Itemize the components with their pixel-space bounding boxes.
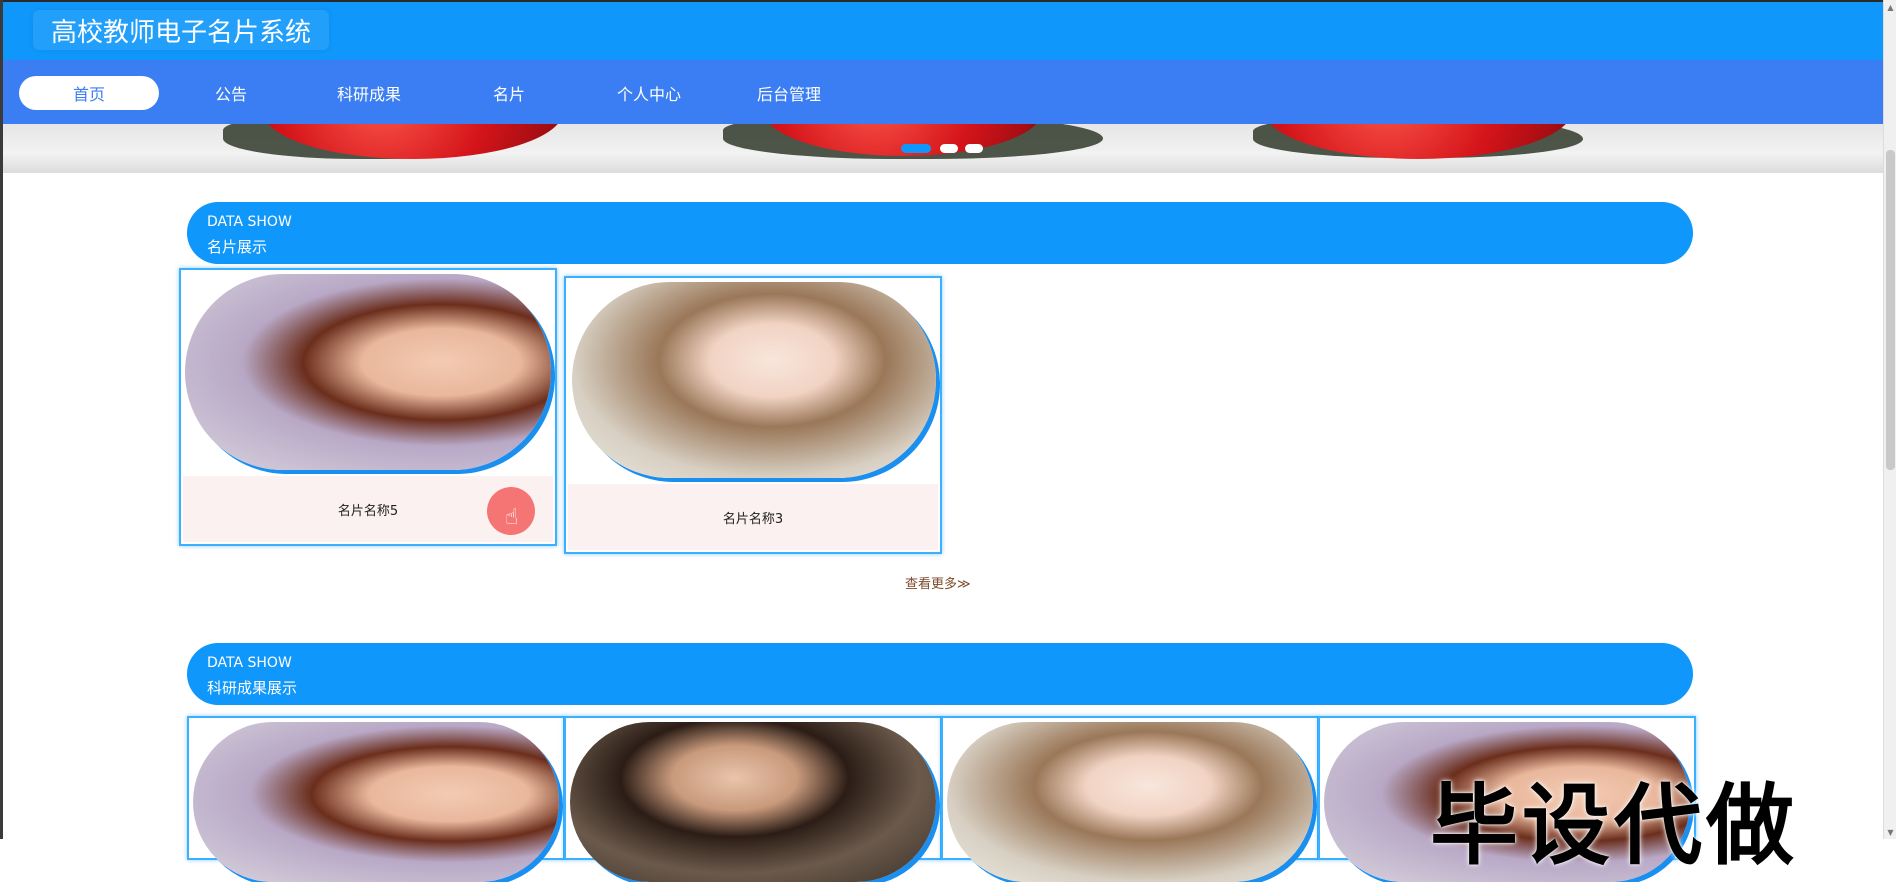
site-title[interactable]: 高校教师电子名片系统 [33, 10, 330, 50]
research-card[interactable] [941, 716, 1319, 882]
nav-item-cards[interactable]: 名片 [439, 76, 579, 110]
nav-item-home[interactable]: 首页 [19, 76, 159, 110]
section-header-cards: DATA SHOW 名片展示 [187, 202, 1693, 264]
section-en-label: DATA SHOW [207, 655, 292, 671]
banner-carousel[interactable] [3, 124, 1883, 173]
nav-item-personal-center[interactable]: 个人中心 [579, 76, 719, 110]
card-photo[interactable] [572, 282, 936, 478]
nav-item-research[interactable]: 科研成果 [299, 76, 439, 110]
page-scrollbar[interactable]: ▲ ▼ [1883, 0, 1896, 839]
research-card-photo[interactable] [947, 722, 1313, 882]
card-photo[interactable] [185, 274, 551, 470]
site-header: 高校教师电子名片系统 [3, 2, 1883, 60]
research-card[interactable] [564, 716, 942, 882]
research-card[interactable] [187, 716, 565, 882]
section-title: 名片展示 [207, 238, 268, 256]
carousel-dot-2[interactable] [940, 144, 958, 153]
scroll-down-arrow-icon[interactable]: ▼ [1884, 825, 1896, 839]
nav-item-announcements[interactable]: 公告 [161, 76, 301, 110]
section-en-label: DATA SHOW [207, 214, 292, 230]
research-card-photo[interactable] [193, 722, 559, 882]
section-title: 科研成果展示 [207, 679, 298, 697]
nav-item-admin[interactable]: 后台管理 [719, 76, 859, 110]
carousel-dot-3[interactable] [965, 144, 983, 153]
view-more-link[interactable]: 查看更多≫ [905, 573, 971, 592]
card-label[interactable]: 名片名称3 [568, 484, 938, 550]
carousel-dot-1[interactable] [901, 144, 931, 153]
card-item[interactable]: 名片名称3 [564, 276, 942, 554]
section-header-research: DATA SHOW 科研成果展示 [187, 643, 1693, 705]
main-nav: 首页 公告 科研成果 名片 个人中心 后台管理 [3, 60, 1883, 124]
research-card-photo[interactable] [570, 722, 936, 882]
watermark-text: 毕设代做 [1430, 774, 1799, 877]
scroll-thumb[interactable] [1886, 150, 1895, 470]
hand-cursor-icon: ☝ [505, 505, 519, 530]
scroll-up-arrow-icon[interactable]: ▲ [1884, 0, 1896, 14]
